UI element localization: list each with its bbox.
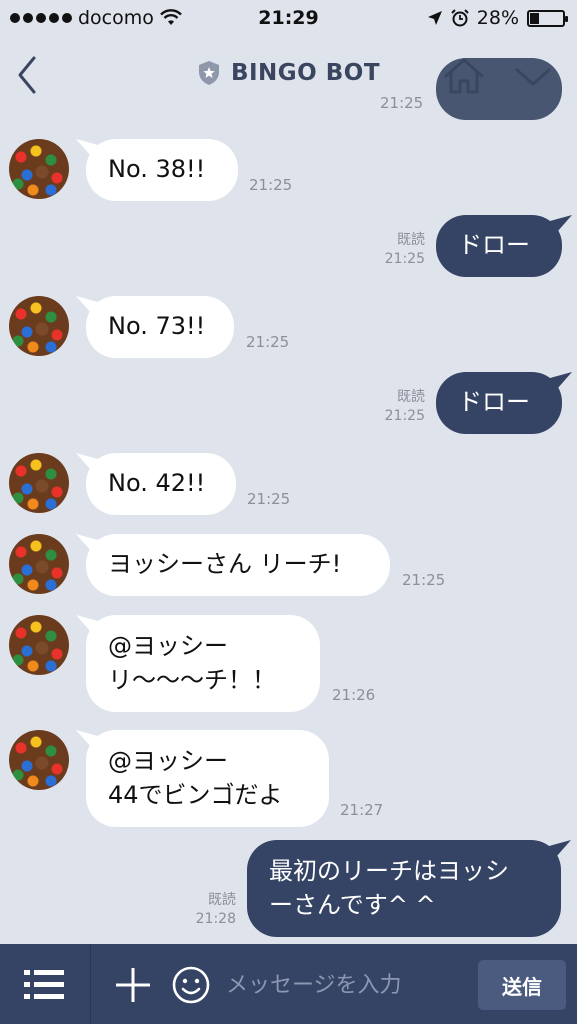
composer-divider xyxy=(90,944,91,1024)
battery-icon xyxy=(527,9,568,27)
battery-percent: 28% xyxy=(476,7,519,29)
emoji-icon[interactable] xyxy=(172,966,210,1004)
chat-title-group: BINGO BOT xyxy=(0,60,577,86)
status-bar: docomo 21:29 28% xyxy=(0,0,577,38)
chat-title: BINGO BOT xyxy=(230,60,381,86)
alarm-clock-icon xyxy=(451,9,469,27)
message-text-line: @ヨッシー xyxy=(108,631,228,660)
message-time: 21:25 xyxy=(384,250,425,267)
read-label: 既読 xyxy=(397,232,425,248)
incoming-message-bubble[interactable]: No. 73!! xyxy=(86,296,234,358)
bot-avatar[interactable] xyxy=(9,296,69,356)
read-receipt: 既読 21:25 xyxy=(365,231,425,269)
outgoing-message-bubble[interactable]: ドロー xyxy=(436,372,562,434)
message-input[interactable] xyxy=(226,964,466,1006)
status-right: 28% xyxy=(427,7,568,29)
message-text: No. 73!! xyxy=(108,312,206,341)
incoming-message-bubble[interactable]: No. 42!! xyxy=(86,453,236,515)
message-time: 21:25 xyxy=(246,333,290,351)
outgoing-message-bubble[interactable]: 最初のリーチはヨッシ ーさんです^ ^ xyxy=(247,840,561,937)
outgoing-message-bubble[interactable]: ドロー xyxy=(436,215,562,277)
menu-list-icon[interactable] xyxy=(24,968,64,1002)
incoming-message-bubble[interactable]: @ヨッシー リ〜〜〜チ！！ xyxy=(86,615,320,712)
read-label: 既読 xyxy=(397,389,425,405)
bot-avatar[interactable] xyxy=(9,534,69,594)
message-time: 21:25 xyxy=(249,176,293,194)
incoming-message-bubble[interactable]: ヨッシーさん リーチ! xyxy=(86,534,390,596)
read-receipt: 既読 21:28 xyxy=(176,891,236,929)
official-account-badge-icon xyxy=(198,61,219,85)
bot-avatar[interactable] xyxy=(9,730,69,790)
message-text: ドロー xyxy=(458,388,530,417)
message-time: 21:25 xyxy=(384,407,425,424)
bot-avatar[interactable] xyxy=(9,615,69,675)
message-text-line: 44でビンゴだよ xyxy=(108,780,283,809)
plus-icon[interactable] xyxy=(114,966,152,1004)
message-text-line: リ〜〜〜チ！！ xyxy=(108,665,276,694)
battery-fill xyxy=(530,12,539,24)
message-text: No. 38!! xyxy=(108,155,206,184)
message-time: 21:25 xyxy=(247,490,291,508)
read-label: 既読 xyxy=(208,892,236,908)
message-time: 21:28 xyxy=(195,910,236,927)
read-receipt: 既読 21:25 xyxy=(365,388,425,426)
message-time: 21:27 xyxy=(340,801,384,819)
send-button[interactable]: 送信 xyxy=(478,960,566,1010)
message-text: ヨッシーさん リーチ! xyxy=(108,550,342,579)
composer-bar: 送信 xyxy=(0,944,577,1024)
message-time: 21:26 xyxy=(332,686,376,704)
incoming-message-bubble[interactable]: No. 38!! xyxy=(86,139,238,201)
message-text: ドロー xyxy=(458,231,530,260)
message-time: 21:25 xyxy=(402,571,446,589)
location-arrow-icon xyxy=(427,11,442,25)
chat-header: BINGO BOT xyxy=(0,38,577,118)
incoming-message-bubble[interactable]: @ヨッシー 44でビンゴだよ xyxy=(86,730,329,827)
message-text: No. 42!! xyxy=(108,469,206,498)
message-text-line: 最初のリーチはヨッシ xyxy=(269,856,509,885)
bot-avatar[interactable] xyxy=(9,139,69,199)
chevron-down-icon[interactable] xyxy=(513,64,553,90)
home-icon[interactable] xyxy=(442,56,486,96)
message-text-line: ーさんです^ ^ xyxy=(269,890,436,919)
message-text-line: @ヨッシー xyxy=(108,746,228,775)
bot-avatar[interactable] xyxy=(9,453,69,513)
